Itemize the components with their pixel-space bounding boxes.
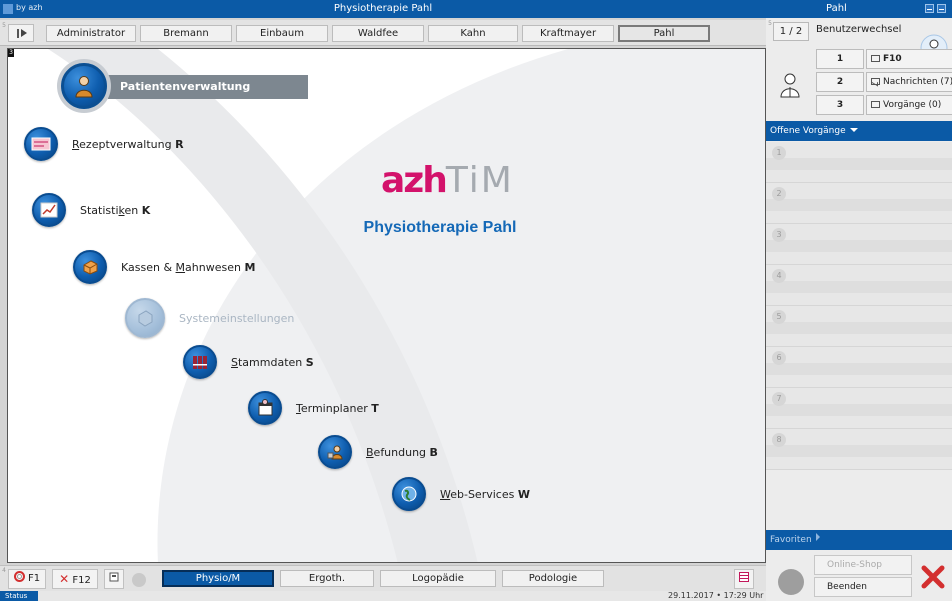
user-tab-pahl[interactable]: Pahl [618, 25, 710, 42]
user-tab-waldfee[interactable]: Waldfee [332, 25, 424, 42]
help-button[interactable]: F1 [8, 569, 46, 589]
favorites-header[interactable]: Favoriten [766, 530, 952, 550]
status-bar: Status 29.11.2017 • 17:29 Uhr [0, 591, 766, 601]
finding-icon [318, 435, 352, 469]
calendar-icon [248, 391, 282, 425]
task-slot[interactable]: 7 [766, 388, 952, 429]
module-bar: 4 F1 ✕ F12 Physio/M Ergoth. Logopädie Po… [0, 565, 766, 591]
current-user-title: Pahl [826, 3, 847, 14]
section-number-badge: 4 [2, 567, 6, 574]
azh-tim-logo: azhTiM [381, 160, 514, 201]
right-panel: 5 1 / 2 Benutzerwechsel 1 F10 2 Nachrich… [766, 18, 952, 601]
user-tab-einbaum[interactable]: Einbaum [236, 25, 328, 42]
quick-row-1: 1 F10 [816, 49, 952, 69]
status-datetime: 29.11.2017 • 17:29 Uhr [668, 591, 764, 600]
menu-item-systemeinstellungen: Systemeinstellungen [125, 298, 294, 338]
section-number-badge: 5 [2, 22, 6, 29]
tasks-button[interactable]: Vorgänge (0) [866, 95, 952, 115]
list-icon [871, 55, 880, 62]
online-shop-button[interactable]: Online-Shop [814, 555, 912, 575]
task-slot[interactable]: 3 [766, 224, 952, 265]
record-icon[interactable] [132, 573, 146, 587]
chevron-down-icon [849, 128, 858, 132]
active-module-label: Patientenverwaltung [108, 75, 308, 99]
module-tab-logopaedie[interactable]: Logopädie [380, 570, 496, 587]
print-button[interactable] [104, 569, 124, 589]
chevron-right-icon [815, 533, 820, 541]
menu-item-web-services[interactable]: Web-Services W [392, 477, 530, 511]
title-bar: by azh Physiotherapie Pahl [0, 0, 766, 18]
quit-button[interactable]: Beenden [814, 577, 912, 597]
exit-x-icon[interactable] [918, 562, 948, 592]
status-dot-icon [778, 569, 804, 595]
task-slot[interactable]: 4 [766, 265, 952, 306]
user-tab-administrator[interactable]: Administrator [46, 25, 136, 42]
task-slot[interactable]: 5 [766, 306, 952, 347]
user-tab-kraftmayer[interactable]: Kraftmayer [522, 25, 614, 42]
menu-label-stammdaten: Stammdaten S [231, 355, 314, 369]
minimize-secondary-button[interactable] [937, 4, 946, 13]
page-switch-button[interactable]: 1 / 2 [773, 22, 809, 41]
globe-icon [392, 477, 426, 511]
main-menu-canvas: 3 Patientenverwaltung Rezeptverwaltung R… [7, 48, 766, 563]
user-tab-bremann[interactable]: Bremann [140, 25, 232, 42]
user-avatar-icon [780, 73, 800, 98]
quick-row-1-action[interactable]: F10 [866, 49, 952, 69]
collapse-toggle-button[interactable] [8, 24, 34, 42]
module-tab-physio[interactable]: Physio/M [162, 570, 274, 587]
close-f12-button[interactable]: ✕ F12 [52, 569, 98, 589]
cashbox-icon [73, 250, 107, 284]
statistics-icon [32, 193, 66, 227]
settings-cube-icon [125, 298, 165, 338]
quick-row-3-number[interactable]: 3 [816, 95, 864, 115]
practice-name: Physiotherapie Pahl [363, 219, 517, 236]
menu-label-systemeinstellungen: Systemeinstellungen [179, 311, 295, 325]
user-tab-kahn[interactable]: Kahn [428, 25, 518, 42]
menu-item-kassen-mahnwesen[interactable]: Kassen & Mahnwesen M [73, 250, 255, 284]
menu-label-rezeptverwaltung: Rezeptverwaltung R [72, 137, 184, 151]
quick-row-3: 3 Vorgänge (0) [816, 95, 952, 115]
menu-item-rezeptverwaltung[interactable]: Rezeptverwaltung R [24, 127, 184, 161]
task-slot[interactable]: 8 [766, 429, 952, 470]
menu-label-befundung: Befundung B [366, 445, 438, 459]
menu-label-web-services: Web-Services W [440, 487, 530, 501]
patient-icon [61, 63, 107, 109]
menu-label-kassen-mahnwesen: Kassen & Mahnwesen M [121, 260, 256, 274]
envelope-icon [871, 78, 880, 85]
prescription-icon [24, 127, 58, 161]
quick-row-1-number[interactable]: 1 [816, 49, 864, 69]
quick-row-2: 2 Nachrichten (7) [816, 72, 952, 92]
printer-icon [109, 572, 119, 582]
user-tab-bar: 5 Administrator Bremann Einbaum Waldfee … [0, 20, 766, 46]
task-slot[interactable]: 2 [766, 183, 952, 224]
window-title: Physiotherapie Pahl [333, 3, 433, 14]
module-tab-podologie[interactable]: Podologie [502, 570, 604, 587]
task-slot[interactable]: 1 [766, 142, 952, 183]
menu-item-terminplaner[interactable]: Terminplaner T [248, 391, 379, 425]
menu-item-statistiken[interactable]: Statistiken K [32, 193, 150, 227]
keypad-button[interactable] [734, 569, 754, 589]
task-slot[interactable]: 6 [766, 347, 952, 388]
close-x-icon: ✕ [59, 572, 70, 586]
messages-button[interactable]: Nachrichten (7) [866, 72, 952, 92]
status-label: Status [0, 591, 38, 601]
minimize-button[interactable] [925, 4, 934, 13]
menu-item-patientenverwaltung[interactable] [61, 63, 107, 109]
module-tab-ergotherapie[interactable]: Ergoth. [280, 570, 374, 587]
open-tasks-header[interactable]: Offene Vorgänge [766, 121, 952, 141]
quick-row-2-number[interactable]: 2 [816, 72, 864, 92]
help-lifebuoy-icon [13, 571, 25, 582]
binders-icon [183, 345, 217, 379]
window-icon [871, 101, 880, 108]
menu-label-statistiken: Statistiken K [80, 203, 151, 217]
menu-label-terminplaner: Terminplaner T [296, 401, 379, 415]
menu-item-befundung[interactable]: Befundung B [318, 435, 438, 469]
switch-user-label[interactable]: Benutzerwechsel [816, 24, 901, 35]
user-title-bar: Pahl [766, 0, 952, 18]
menu-item-stammdaten[interactable]: Stammdaten S [183, 345, 314, 379]
keypad-icon [739, 572, 749, 582]
